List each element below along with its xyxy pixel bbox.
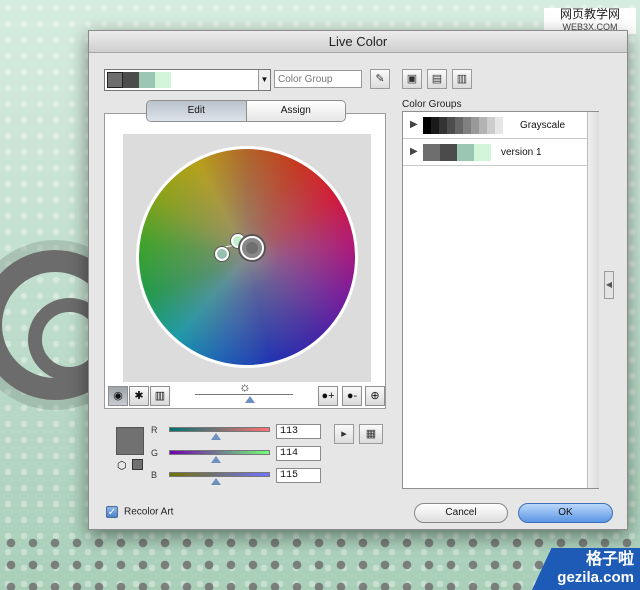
smooth-wheel-icon[interactable]: ◉ xyxy=(108,386,128,406)
current-color-swatch[interactable] xyxy=(116,427,144,455)
red-value-field[interactable]: 113 xyxy=(276,424,321,439)
list-item[interactable]: ▶ Grayscale xyxy=(403,112,587,139)
scrollbar[interactable] xyxy=(587,112,599,488)
mode-tabs: Edit Assign xyxy=(146,100,346,122)
trash-icon[interactable]: ▥ xyxy=(452,69,472,89)
color-marker[interactable] xyxy=(215,247,229,261)
green-value-field[interactable]: 114 xyxy=(276,446,321,461)
list-item[interactable]: ▶ version 1 xyxy=(403,139,587,166)
swatch xyxy=(439,117,447,134)
base-color-marker[interactable] xyxy=(240,236,264,260)
blue-slider[interactable] xyxy=(169,472,270,477)
wheel-panel: ◉ ✱ ▥ ☼ ●+ ●- ⊕ xyxy=(104,113,386,409)
recolor-art-label: Recolor Art xyxy=(124,506,174,518)
color-bars-icon[interactable]: ▥ xyxy=(150,386,170,406)
eyedropper-icon[interactable]: ✎ xyxy=(370,69,390,89)
swatch xyxy=(503,117,511,134)
add-color-icon[interactable]: ●+ xyxy=(318,386,338,406)
collapse-panel-handle[interactable]: ◀ xyxy=(604,271,614,299)
swatch xyxy=(139,72,155,88)
blue-value-field[interactable]: 115 xyxy=(276,468,321,483)
color-mode-menu-icon[interactable]: ▸ xyxy=(334,424,354,444)
swatch xyxy=(455,117,463,134)
watermark-top-line1: 网页教学网 xyxy=(559,7,620,21)
group-name: Grayscale xyxy=(520,120,566,131)
color-groups-list: ▶ Grayscale ▶ version 1 xyxy=(402,111,599,489)
color-groups-label: Color Groups xyxy=(402,99,462,110)
chevron-down-icon[interactable]: ▼ xyxy=(258,70,270,90)
swatch xyxy=(107,72,123,88)
brightness-thumb[interactable] xyxy=(245,396,255,403)
link-icon[interactable]: ⊕ xyxy=(365,386,385,406)
cancel-button[interactable]: Cancel xyxy=(414,503,508,523)
group-name: version 1 xyxy=(501,147,542,158)
blue-slider-thumb[interactable] xyxy=(211,478,221,485)
new-folder-icon[interactable]: ▤ xyxy=(427,69,447,89)
sun-icon: ☼ xyxy=(239,379,251,394)
swatch xyxy=(155,72,171,88)
color-group-dropdown[interactable]: ▼ xyxy=(104,69,271,91)
segmented-wheel-icon[interactable]: ✱ xyxy=(129,386,149,406)
live-color-dialog: Live Color ▼ ✎ ▣ ▤ ▥ ◉ ✱ ▥ ☼ ●+ ●- ⊕ Edi… xyxy=(88,30,628,530)
watermark-bottom-line2: gezila.com xyxy=(557,569,634,586)
remove-color-icon[interactable]: ●- xyxy=(342,386,362,406)
tab-edit[interactable]: Edit xyxy=(147,101,247,121)
gamut-swatch[interactable] xyxy=(132,459,143,470)
red-slider-thumb[interactable] xyxy=(211,433,221,440)
floppy-icon[interactable]: ▣ xyxy=(402,69,422,89)
swatch-library-icon[interactable]: ▦ xyxy=(359,424,383,444)
channel-label-r: R xyxy=(151,425,158,435)
swatch xyxy=(474,144,491,161)
group-swatch-strip xyxy=(423,117,511,134)
swatch xyxy=(463,117,471,134)
swatch xyxy=(447,117,455,134)
swatch xyxy=(431,117,439,134)
swatch xyxy=(471,117,479,134)
group-name-input[interactable] xyxy=(274,70,362,88)
channel-label-g: G xyxy=(151,448,159,458)
swatch xyxy=(495,117,503,134)
group-swatch-strip xyxy=(423,144,491,161)
brightness-slider[interactable] xyxy=(195,394,293,395)
color-wheel-area xyxy=(123,134,371,382)
swatch xyxy=(423,117,431,134)
swatch xyxy=(123,72,139,88)
channel-label-b: B xyxy=(151,470,158,480)
tab-assign[interactable]: Assign xyxy=(246,101,345,121)
disclosure-triangle-icon[interactable]: ▶ xyxy=(410,146,418,157)
swatch xyxy=(440,144,457,161)
disclosure-triangle-icon[interactable]: ▶ xyxy=(410,119,418,130)
swatch xyxy=(487,117,495,134)
green-slider-thumb[interactable] xyxy=(211,456,221,463)
swatch xyxy=(423,144,440,161)
swatch xyxy=(479,117,487,134)
cube-icon[interactable]: ⬡ xyxy=(117,459,127,472)
ok-button[interactable]: OK xyxy=(518,503,613,523)
red-slider[interactable] xyxy=(169,427,270,432)
recolor-art-checkbox[interactable]: ✓ xyxy=(106,506,118,518)
dialog-title: Live Color xyxy=(89,31,627,53)
recolor-art-option[interactable]: ✓ Recolor Art xyxy=(106,506,173,518)
green-slider[interactable] xyxy=(169,450,270,455)
swatch xyxy=(457,144,474,161)
